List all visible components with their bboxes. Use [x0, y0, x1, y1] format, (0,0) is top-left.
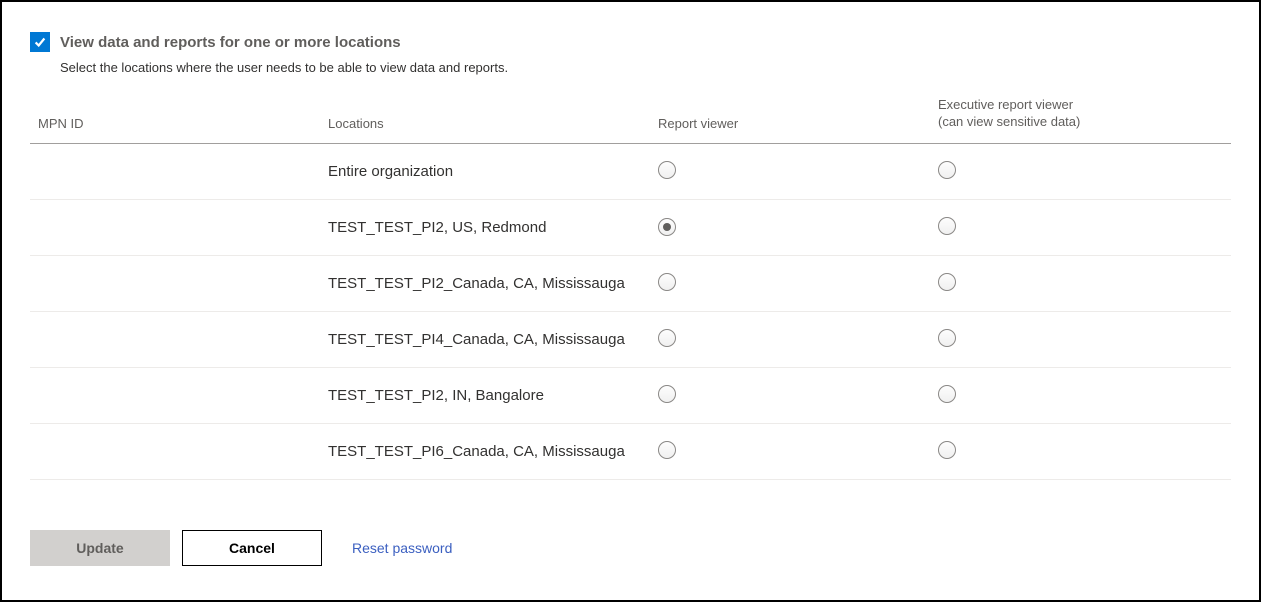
- table-row: TEST_TEST_PI2, IN, Bangalore: [30, 368, 1231, 424]
- table-row: TEST_TEST_PI2, US, Redmond: [30, 200, 1231, 256]
- exec-viewer-radio[interactable]: [938, 385, 956, 403]
- locations-table: MPN ID Locations Report viewer Executive…: [30, 97, 1231, 480]
- location-cell: TEST_TEST_PI2_Canada, CA, Mississauga: [328, 275, 658, 292]
- exec-viewer-radio[interactable]: [938, 441, 956, 459]
- report-viewer-radio[interactable]: [658, 218, 676, 236]
- table-header: MPN ID Locations Report viewer Executive…: [30, 97, 1231, 144]
- view-data-checkbox[interactable]: [30, 32, 50, 52]
- report-viewer-radio[interactable]: [658, 329, 676, 347]
- exec-viewer-radio[interactable]: [938, 329, 956, 347]
- report-viewer-radio[interactable]: [658, 385, 676, 403]
- exec-viewer-radio[interactable]: [938, 217, 956, 235]
- report-viewer-radio[interactable]: [658, 161, 676, 179]
- exec-viewer-radio[interactable]: [938, 161, 956, 179]
- location-cell: TEST_TEST_PI2, IN, Bangalore: [328, 387, 658, 404]
- location-cell: TEST_TEST_PI6_Canada, CA, Mississauga: [328, 443, 658, 460]
- report-viewer-radio[interactable]: [658, 441, 676, 459]
- col-mpn-id: MPN ID: [38, 116, 328, 131]
- check-icon: [33, 35, 47, 49]
- update-button[interactable]: Update: [30, 530, 170, 566]
- location-cell: TEST_TEST_PI2, US, Redmond: [328, 219, 658, 236]
- col-exec-viewer: Executive report viewer (can view sensit…: [938, 97, 1223, 131]
- cancel-button[interactable]: Cancel: [182, 530, 322, 566]
- exec-viewer-radio[interactable]: [938, 273, 956, 291]
- section-subtitle: Select the locations where the user need…: [60, 60, 1231, 75]
- location-cell: TEST_TEST_PI4_Canada, CA, Mississauga: [328, 331, 658, 348]
- table-row: TEST_TEST_PI2_Canada, CA, Mississauga: [30, 256, 1231, 312]
- section-title: View data and reports for one or more lo…: [60, 34, 401, 51]
- location-cell: Entire organization: [328, 163, 658, 180]
- table-row: TEST_TEST_PI6_Canada, CA, Mississauga: [30, 424, 1231, 480]
- report-viewer-radio[interactable]: [658, 273, 676, 291]
- reset-password-link[interactable]: Reset password: [352, 540, 452, 556]
- table-row: TEST_TEST_PI4_Canada, CA, Mississauga: [30, 312, 1231, 368]
- col-report-viewer: Report viewer: [658, 116, 938, 131]
- table-row: Entire organization: [30, 144, 1231, 200]
- col-locations: Locations: [328, 116, 658, 131]
